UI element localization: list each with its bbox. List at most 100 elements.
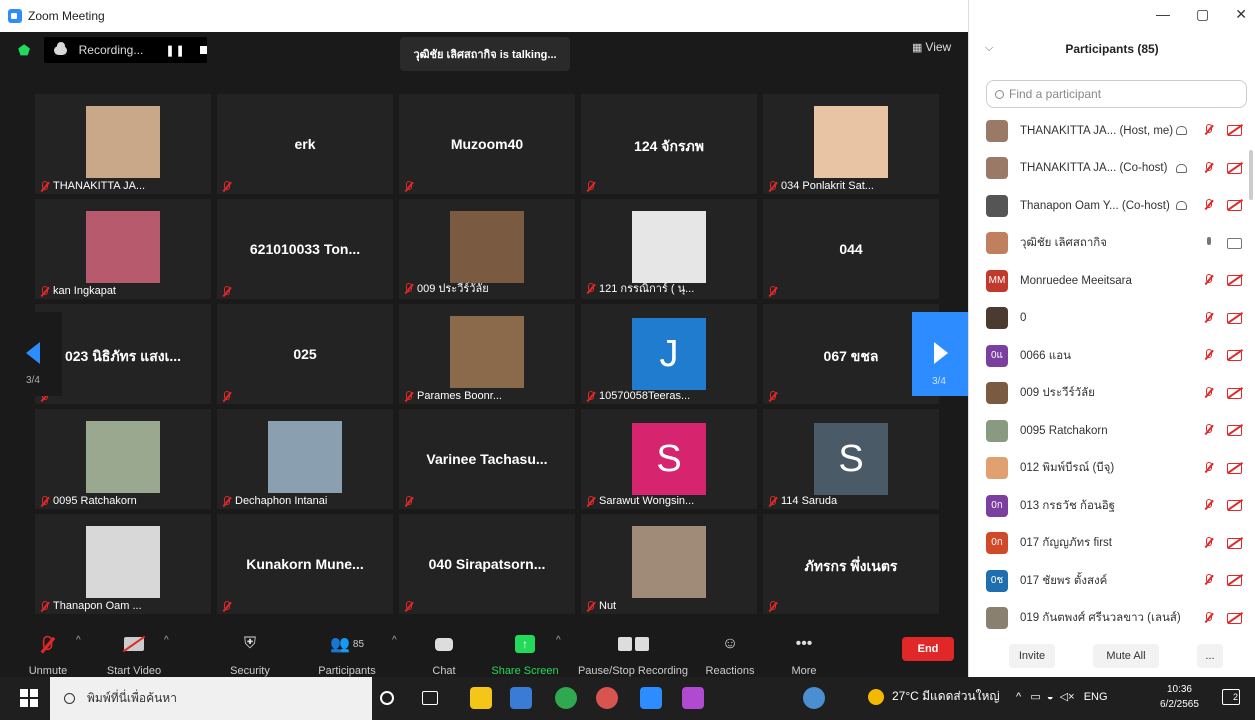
chrome-browser-icon[interactable] [596,687,618,709]
microphone-icon[interactable] [1203,236,1216,250]
video-tile[interactable]: J 10570058Teeras... [581,304,757,404]
participant-search-input[interactable]: Find a participant [986,80,1247,108]
taskbar-clock[interactable]: 10:36 6/2/2565 [1160,682,1199,712]
video-tile[interactable]: 124 จักรภพ [581,94,757,194]
camera-off-icon[interactable] [1227,462,1242,474]
video-tile[interactable]: 034 Ponlakrit Sat... [763,94,939,194]
video-tile[interactable]: S 114 Saruda [763,409,939,509]
end-meeting-button[interactable]: End [902,637,954,661]
microphone-muted-icon[interactable] [1203,161,1216,175]
cortana-icon[interactable] [380,691,394,705]
edge-browser-icon[interactable] [555,687,577,709]
camera-off-icon[interactable] [1227,275,1242,286]
video-tile[interactable]: THANAKITTA JA... [35,94,211,194]
task-view-icon[interactable] [422,691,438,705]
microphone-muted-icon[interactable] [1203,311,1216,325]
microphone-muted-icon[interactable] [1203,199,1216,212]
taskbar-search-box[interactable]: พิมพ์ที่นี่เพื่อค้นหา [50,677,372,720]
panel-more-button[interactable]: ... [1197,644,1223,668]
security-button[interactable]: ⛨ Security [210,633,290,677]
video-tile[interactable]: 044 [763,199,939,299]
video-tile[interactable]: 0095 Ratchakorn [35,409,211,509]
video-options-caret-icon[interactable]: ^ [164,635,169,646]
more-button[interactable]: ••• More [764,633,844,677]
file-explorer-icon[interactable] [470,687,492,709]
weather-widget[interactable]: 27°C มีแดดส่วนใหญ่ [868,687,1000,706]
video-tile[interactable]: Dechaphon Intanai [217,409,393,509]
camera-off-icon[interactable] [1227,537,1242,549]
microphone-muted-icon[interactable] [1203,574,1216,587]
notification-center-icon[interactable]: 2 [1222,689,1240,705]
participant-row[interactable]: THANAKITTA JA... (Co-host) [969,150,1255,187]
video-tile[interactable]: Varinee Tachasu... [399,409,575,509]
volume-muted-icon[interactable]: ◁× [1060,691,1075,703]
zoom-app-icon[interactable] [640,687,662,709]
video-tile[interactable]: 025 [217,304,393,404]
participant-row[interactable]: 009 ประวีร์วัลัย [969,375,1255,412]
video-tile[interactable]: Muzoom40 [399,94,575,194]
microphone-muted-icon[interactable] [1203,124,1216,137]
share-screen-button[interactable]: ↑ Share Screen [485,633,565,677]
language-indicator[interactable]: ENG [1084,691,1108,703]
video-tile[interactable]: ภัทรกร พึ่งเนตร [763,514,939,614]
participant-row[interactable]: 0ก 017 กัญญภัทร first [969,525,1255,562]
participants-button[interactable]: 👥 85 Participants [307,633,387,677]
participant-row[interactable]: 019 กันตพงศ์ ศรีนวลขาว (เลนส์) [969,600,1255,633]
battery-icon[interactable]: ▭ [1030,691,1040,703]
video-tile[interactable]: Nut [581,514,757,614]
camera-off-icon[interactable] [1227,350,1242,361]
camera-off-icon[interactable] [1227,125,1242,136]
microphone-muted-icon[interactable] [1203,274,1216,287]
participant-row[interactable]: 0แ 0066 แอน [969,337,1255,374]
video-tile[interactable]: kan Ingkapat [35,199,211,299]
camera-off-icon[interactable] [1227,575,1242,586]
help-icon[interactable] [803,687,825,709]
camera-off-icon[interactable] [1227,387,1242,399]
windows-start-icon[interactable] [20,689,38,707]
video-tile[interactable]: Thanapon Oam ... [35,514,211,614]
camera-off-icon[interactable] [1227,200,1242,211]
video-tile[interactable]: Kunakorn Mune... [217,514,393,614]
previous-page-button[interactable]: 3/4 [18,312,62,396]
pause-stop-recording-button[interactable]: Pause/Stop Recording [575,633,691,677]
camera-off-icon[interactable] [1227,425,1242,436]
network-icon[interactable]: ◒ [1047,691,1054,703]
camera-off-icon[interactable] [1227,612,1242,624]
camera-icon[interactable] [1227,237,1242,249]
minimize-icon[interactable]: — [1156,6,1170,23]
store-icon[interactable] [510,687,532,709]
participants-caret-icon[interactable]: ^ [392,635,397,646]
microphone-muted-icon[interactable] [1203,461,1216,475]
mute-all-button[interactable]: Mute All [1093,644,1159,668]
participant-row[interactable]: MM Monruedee Meeitsara [969,262,1255,299]
camera-off-icon[interactable] [1227,162,1242,174]
video-tile[interactable]: S Sarawut Wongsin... [581,409,757,509]
participant-row[interactable]: 0 [969,300,1255,337]
restore-icon[interactable]: ▢ [1196,6,1209,23]
next-page-button[interactable]: 3/4 [912,312,968,396]
participant-row[interactable]: 0ก 013 กรธวัช ก้อนอิฐ [969,487,1255,524]
camera-off-icon[interactable] [1227,312,1242,324]
participant-list-scrollbar[interactable] [1249,150,1253,200]
participant-row[interactable]: Thanapon Oam Y... (Co-host) [969,187,1255,224]
microphone-muted-icon[interactable] [1203,386,1216,400]
video-tile[interactable]: 040 Sirapatsorn... [399,514,575,614]
microphone-muted-icon[interactable] [1203,349,1216,362]
pause-recording-icon[interactable]: ❚❚ [165,44,185,57]
share-options-caret-icon[interactable]: ^ [556,635,561,646]
paint-drop-icon[interactable] [682,687,704,709]
microphone-muted-icon[interactable] [1203,611,1216,625]
audio-options-caret-icon[interactable]: ^ [76,635,81,646]
chevron-up-icon[interactable]: ^ [1016,691,1021,703]
video-tile[interactable]: 621010033 Ton... [217,199,393,299]
camera-off-icon[interactable] [1227,500,1242,511]
invite-button[interactable]: Invite [1009,644,1055,668]
reactions-button[interactable]: ☺ Reactions [690,633,770,677]
chat-button[interactable]: Chat [404,633,484,677]
start-video-button[interactable]: Start Video [94,633,174,677]
microphone-muted-icon[interactable] [1203,536,1216,550]
participant-row[interactable]: 0095 Ratchakorn [969,412,1255,449]
video-tile[interactable]: 009 ประวีร์วัลัย [399,199,575,299]
video-tile[interactable]: 121 กรรณิการ์ ( นุ... [581,199,757,299]
participant-row[interactable]: 0ช 017 ชัยพร ตั้งสงค์ [969,562,1255,599]
